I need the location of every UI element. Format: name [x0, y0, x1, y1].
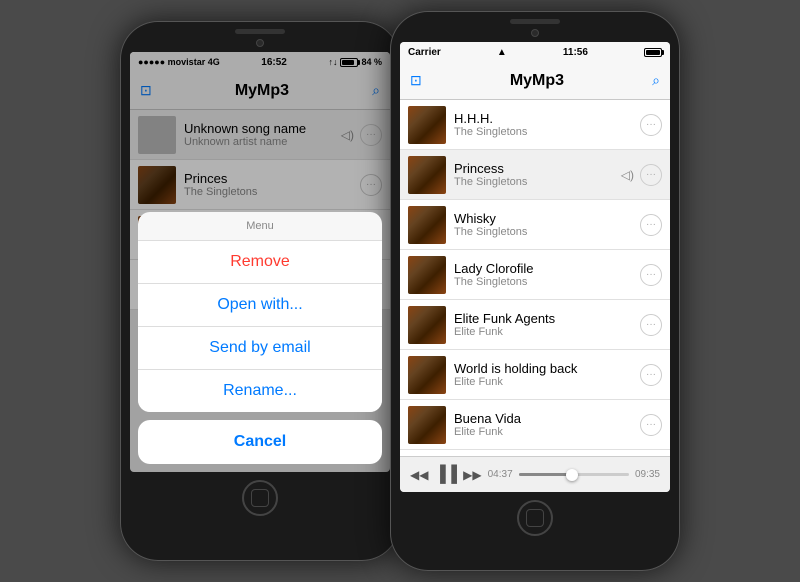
- left-home-btn-inner: [251, 489, 269, 507]
- right-song-item-3[interactable]: Lady Clorofile The Singletons ···: [400, 250, 670, 300]
- right-song-item-6[interactable]: Buena Vida Elite Funk ···: [400, 400, 670, 450]
- right-song-actions-5: ···: [640, 364, 662, 386]
- right-more-btn-3[interactable]: ···: [640, 264, 662, 286]
- right-nav-bar: ⊡ MyMp3 ⌕: [400, 62, 670, 100]
- context-menu-remove[interactable]: Remove: [138, 241, 382, 284]
- right-camera: [531, 29, 539, 37]
- right-song-item-0[interactable]: H.H.H. The Singletons ···: [400, 100, 670, 150]
- progress-fill: [519, 473, 569, 476]
- right-app-title: MyMp3: [510, 72, 564, 90]
- right-thumb-3: [408, 256, 446, 294]
- right-song-name-4: Elite Funk Agents: [454, 311, 632, 326]
- right-song-item-4[interactable]: Elite Funk Agents Elite Funk ···: [400, 300, 670, 350]
- right-song-info-0: H.H.H. The Singletons: [454, 111, 632, 138]
- right-song-artist-5: Elite Funk: [454, 376, 632, 388]
- right-thumb-img-7: [408, 456, 446, 457]
- right-thumb-img-3: [408, 256, 446, 294]
- right-thumb-img-0: [408, 106, 446, 144]
- right-thumb-0: [408, 106, 446, 144]
- context-menu-cancel[interactable]: Cancel: [138, 420, 382, 464]
- right-song-name-2: Whisky: [454, 211, 632, 226]
- right-song-artist-3: The Singletons: [454, 276, 632, 288]
- right-more-btn-6[interactable]: ···: [640, 414, 662, 436]
- right-song-name-0: H.H.H.: [454, 111, 632, 126]
- right-more-btn-4[interactable]: ···: [640, 314, 662, 336]
- right-status-bar: Carrier ▲ 11:56: [400, 42, 670, 62]
- right-song-info-3: Lady Clorofile The Singletons: [454, 261, 632, 288]
- right-thumb-6: [408, 406, 446, 444]
- right-speaker-icon-1: ◁): [621, 168, 634, 182]
- right-thumb-1: [408, 156, 446, 194]
- right-home-btn[interactable]: [517, 500, 553, 536]
- right-thumb-img-2: [408, 206, 446, 244]
- right-battery-fill: [646, 50, 660, 55]
- right-song-name-3: Lady Clorofile: [454, 261, 632, 276]
- right-song-info-6: Buena Vida Elite Funk: [454, 411, 632, 438]
- left-camera: [256, 39, 264, 47]
- right-more-btn-2[interactable]: ···: [640, 214, 662, 236]
- right-thumb-img-5: [408, 356, 446, 394]
- context-menu-title: Menu: [138, 212, 382, 241]
- right-song-list: H.H.H. The Singletons ··· Princess The S…: [400, 100, 670, 456]
- context-menu-open-with[interactable]: Open with...: [138, 284, 382, 327]
- right-song-actions-1: ◁) ···: [621, 164, 662, 186]
- right-time: 11:56: [563, 47, 588, 58]
- right-speaker: [510, 19, 560, 24]
- fast-forward-btn[interactable]: ▶▶: [463, 468, 481, 482]
- right-song-actions-3: ···: [640, 264, 662, 286]
- right-thumb-2: [408, 206, 446, 244]
- right-song-info-4: Elite Funk Agents Elite Funk: [454, 311, 632, 338]
- context-menu-overlay: Menu Remove Open with... Send by email R…: [130, 52, 390, 472]
- rewind-btn[interactable]: ◀◀: [410, 468, 428, 482]
- right-song-info-5: World is holding back Elite Funk: [454, 361, 632, 388]
- total-time: 09:35: [635, 469, 660, 480]
- right-song-name-6: Buena Vida: [454, 411, 632, 426]
- left-speaker: [235, 29, 285, 34]
- right-song-item-1[interactable]: Princess The Singletons ◁) ···: [400, 150, 670, 200]
- right-song-item-2[interactable]: Whisky The Singletons ···: [400, 200, 670, 250]
- right-thumb-img-1: [408, 156, 446, 194]
- right-carrier: Carrier: [408, 47, 441, 58]
- context-menu: Menu Remove Open with... Send by email R…: [138, 212, 382, 412]
- right-phone: Carrier ▲ 11:56 ⊡ MyMp3 ⌕ H.H.H. The Sin…: [390, 11, 680, 571]
- left-home-btn[interactable]: [242, 480, 278, 516]
- right-song-actions-4: ···: [640, 314, 662, 336]
- right-more-btn-5[interactable]: ···: [640, 364, 662, 386]
- right-song-actions-6: ···: [640, 414, 662, 436]
- right-player-bar: ◀◀ ▐▐ ▶▶ 04:37 09:35: [400, 456, 670, 492]
- right-song-info-2: Whisky The Singletons: [454, 211, 632, 238]
- play-pause-btn[interactable]: ▐▐: [434, 466, 457, 484]
- left-phone: ●●●●● movistar 4G 16:52 ↑↓ 84 % ⊡ MyMp3 …: [120, 21, 400, 561]
- right-thumb-img-6: [408, 406, 446, 444]
- right-wifi-icon: ▲: [497, 47, 507, 58]
- right-song-artist-2: The Singletons: [454, 226, 632, 238]
- right-song-name-5: World is holding back: [454, 361, 632, 376]
- right-battery: [644, 48, 662, 57]
- right-song-info-1: Princess The Singletons: [454, 161, 613, 188]
- right-more-btn-0[interactable]: ···: [640, 114, 662, 136]
- context-menu-rename[interactable]: Rename...: [138, 370, 382, 412]
- right-search-icon[interactable]: ⌕: [652, 72, 660, 89]
- right-song-artist-1: The Singletons: [454, 176, 613, 188]
- right-thumb-7: [408, 456, 446, 457]
- right-more-btn-1[interactable]: ···: [640, 164, 662, 186]
- right-song-item-5[interactable]: World is holding back Elite Funk ···: [400, 350, 670, 400]
- right-song-artist-0: The Singletons: [454, 126, 632, 138]
- current-time: 04:37: [488, 469, 513, 480]
- right-song-actions-2: ···: [640, 214, 662, 236]
- left-screen: ●●●●● movistar 4G 16:52 ↑↓ 84 % ⊡ MyMp3 …: [130, 52, 390, 472]
- right-home-btn-inner: [526, 509, 544, 527]
- right-song-artist-4: Elite Funk: [454, 326, 632, 338]
- progress-bar[interactable]: [519, 473, 629, 476]
- right-song-name-1: Princess: [454, 161, 613, 176]
- right-screen: Carrier ▲ 11:56 ⊡ MyMp3 ⌕ H.H.H. The Sin…: [400, 42, 670, 492]
- right-thumb-4: [408, 306, 446, 344]
- progress-knob[interactable]: [566, 469, 578, 481]
- right-thumb-5: [408, 356, 446, 394]
- right-song-artist-6: Elite Funk: [454, 426, 632, 438]
- right-book-icon[interactable]: ⊡: [410, 72, 422, 89]
- right-thumb-img-4: [408, 306, 446, 344]
- right-song-actions-0: ···: [640, 114, 662, 136]
- context-menu-send-email[interactable]: Send by email: [138, 327, 382, 370]
